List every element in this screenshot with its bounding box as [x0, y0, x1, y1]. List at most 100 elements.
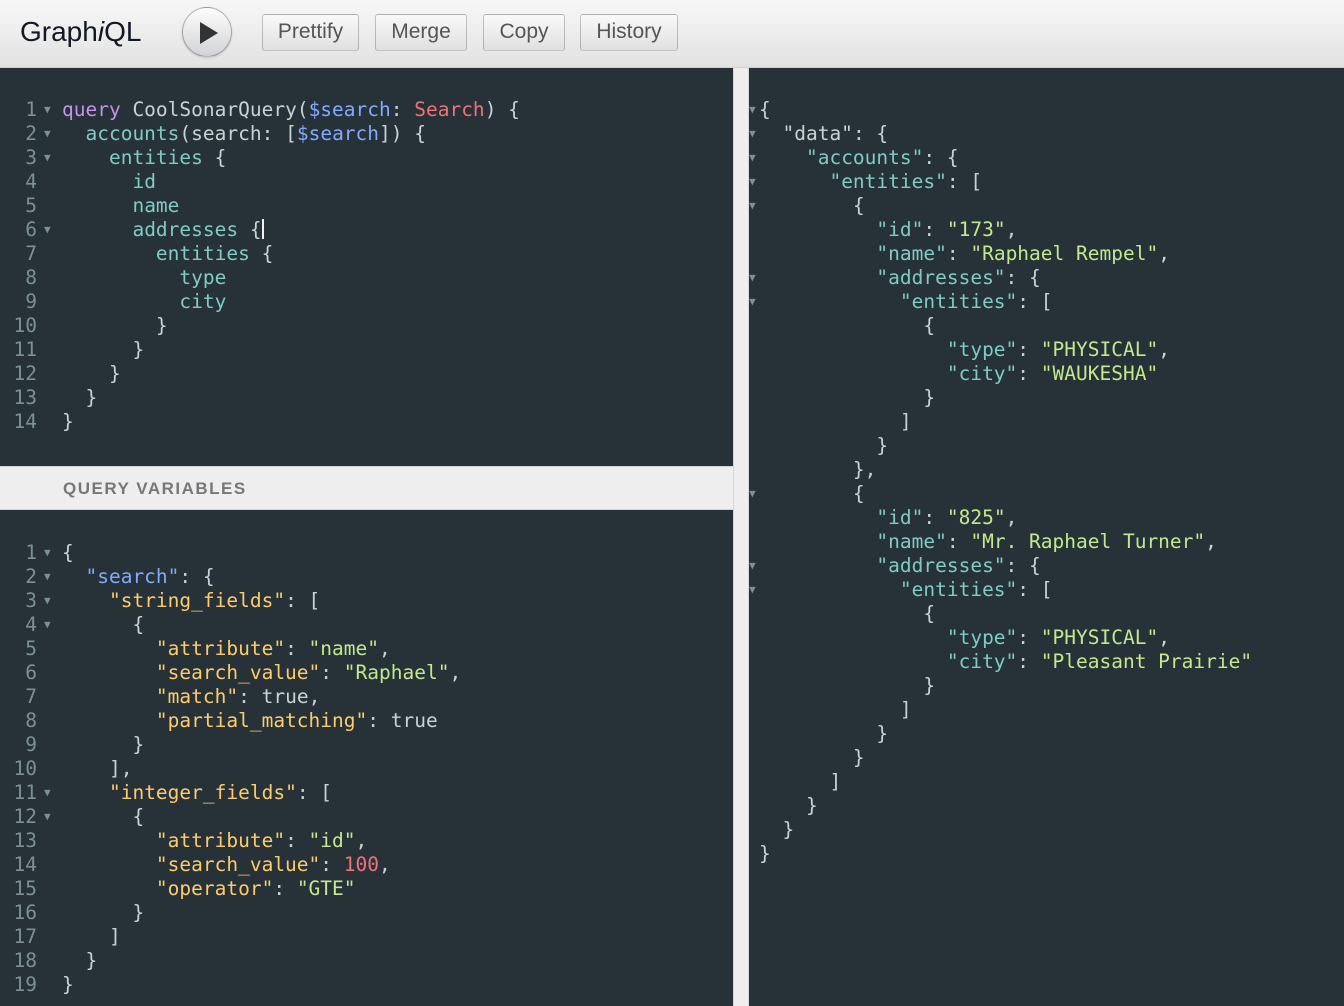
line-number: 16: [13, 901, 37, 924]
line-number: 13: [13, 386, 37, 409]
code-token: {: [202, 146, 227, 169]
fold-toggle-icon[interactable]: ▼: [749, 122, 756, 146]
code-token: ,: [355, 829, 368, 852]
code-token: {: [759, 482, 865, 505]
line-number: 19: [13, 973, 37, 996]
code-token: "Raphael Rempel": [970, 242, 1159, 265]
merge-button[interactable]: Merge: [375, 14, 467, 51]
variables-editor[interactable]: 1 ▼{2 ▼ "search": {3 ▼ "string_fields": [4 ▼…: [0, 510, 733, 1006]
line-number: 7: [25, 685, 37, 708]
code-line: {: [62, 613, 144, 637]
code-line: }: [759, 818, 794, 842]
code-token: }: [62, 733, 145, 756]
code-token: ]: [62, 925, 121, 948]
fold-toggle-icon[interactable]: ▼: [749, 170, 756, 194]
code-token: },: [759, 458, 877, 481]
query-variables-header[interactable]: QUERY VARIABLES: [0, 466, 733, 510]
fold-toggle-icon[interactable]: ▼: [44, 565, 51, 589]
pane-resize-handle[interactable]: [733, 68, 749, 1006]
code-token: "id": [876, 218, 924, 241]
code-token: "type": [946, 626, 1018, 649]
code-line: {: [759, 194, 865, 218]
code-token: }: [62, 314, 168, 337]
code-token: : {: [1005, 554, 1041, 577]
code-line: "id": "173",: [759, 218, 1017, 242]
code-line: "data": {: [759, 122, 888, 146]
fold-toggle-icon[interactable]: ▼: [749, 578, 756, 602]
code-token: ) {: [484, 98, 520, 121]
code-token: {: [759, 602, 936, 625]
line-number: 6: [25, 218, 37, 241]
fold-toggle-icon[interactable]: ▼: [44, 541, 51, 565]
code-token: ]: [759, 698, 912, 721]
fold-toggle-icon[interactable]: ▼: [44, 613, 51, 637]
line-number: 1: [25, 98, 37, 121]
history-button[interactable]: History: [580, 14, 678, 51]
query-editor[interactable]: 1 ▼ query CoolSonarQuery($search: Search) …: [0, 68, 733, 466]
code-token: : [: [261, 122, 297, 145]
code-token: "entities": [899, 578, 1018, 601]
code-token: query: [62, 98, 121, 121]
code-line: city: [62, 290, 226, 314]
line-number: 14: [13, 853, 37, 876]
fold-toggle-icon[interactable]: ▼: [44, 589, 51, 613]
play-icon: [200, 22, 218, 44]
fold-toggle-icon[interactable]: ▼: [749, 266, 756, 290]
line-number: 13: [13, 829, 37, 852]
execute-button[interactable]: [182, 7, 232, 57]
code-token: "173": [946, 218, 1006, 241]
code-token: (: [179, 122, 192, 145]
code-token: CoolSonarQuery: [120, 98, 297, 121]
code-token: "search": [85, 565, 180, 588]
fold-toggle-icon[interactable]: ▼: [749, 482, 756, 506]
code-line: "search": {: [62, 565, 214, 589]
fold-toggle-icon[interactable]: ▼: [44, 218, 51, 242]
fold-toggle-icon[interactable]: ▼: [44, 805, 51, 829]
code-token: city: [179, 290, 227, 313]
code-token: : {: [1005, 266, 1041, 289]
line-number: 17: [13, 925, 37, 948]
code-token: true: [261, 685, 309, 708]
code-token: ,: [449, 661, 462, 684]
fold-toggle-icon[interactable]: ▼: [749, 194, 756, 218]
code-token: Search: [414, 98, 485, 121]
fold-toggle-icon[interactable]: ▼: [749, 290, 756, 314]
code-line: addresses {: [62, 218, 264, 242]
code-token: "string_fields": [108, 589, 286, 612]
code-token: "PHYSICAL": [1040, 338, 1159, 361]
fold-toggle-icon[interactable]: ▼: [749, 146, 756, 170]
code-token: :: [923, 218, 947, 241]
line-number: 6: [25, 661, 37, 684]
code-token: "Raphael": [343, 661, 450, 684]
code-line: query CoolSonarQuery($search: Search) {: [62, 98, 520, 122]
fold-toggle-icon[interactable]: ▼: [44, 122, 51, 146]
code-line: ],: [62, 757, 133, 781]
line-number: 14: [13, 410, 37, 433]
fold-toggle-icon[interactable]: ▼: [749, 554, 756, 578]
app-title: GraphiQL: [20, 16, 141, 48]
code-token: ,: [308, 685, 321, 708]
fold-toggle-icon[interactable]: ▼: [44, 146, 51, 170]
code-token: (: [296, 98, 309, 121]
line-number: 12: [13, 805, 37, 828]
fold-toggle-icon[interactable]: ▼: [44, 98, 51, 122]
fold-toggle-icon[interactable]: ▼: [749, 98, 756, 122]
code-line: {: [759, 602, 935, 626]
fold-toggle-icon[interactable]: ▼: [44, 781, 51, 805]
code-token: :: [1017, 626, 1041, 649]
code-token: :: [1017, 362, 1041, 385]
copy-button[interactable]: Copy: [483, 14, 565, 51]
code-token: "825": [946, 506, 1006, 529]
prettify-button[interactable]: Prettify: [262, 14, 359, 51]
code-token: "search_value": [155, 853, 321, 876]
